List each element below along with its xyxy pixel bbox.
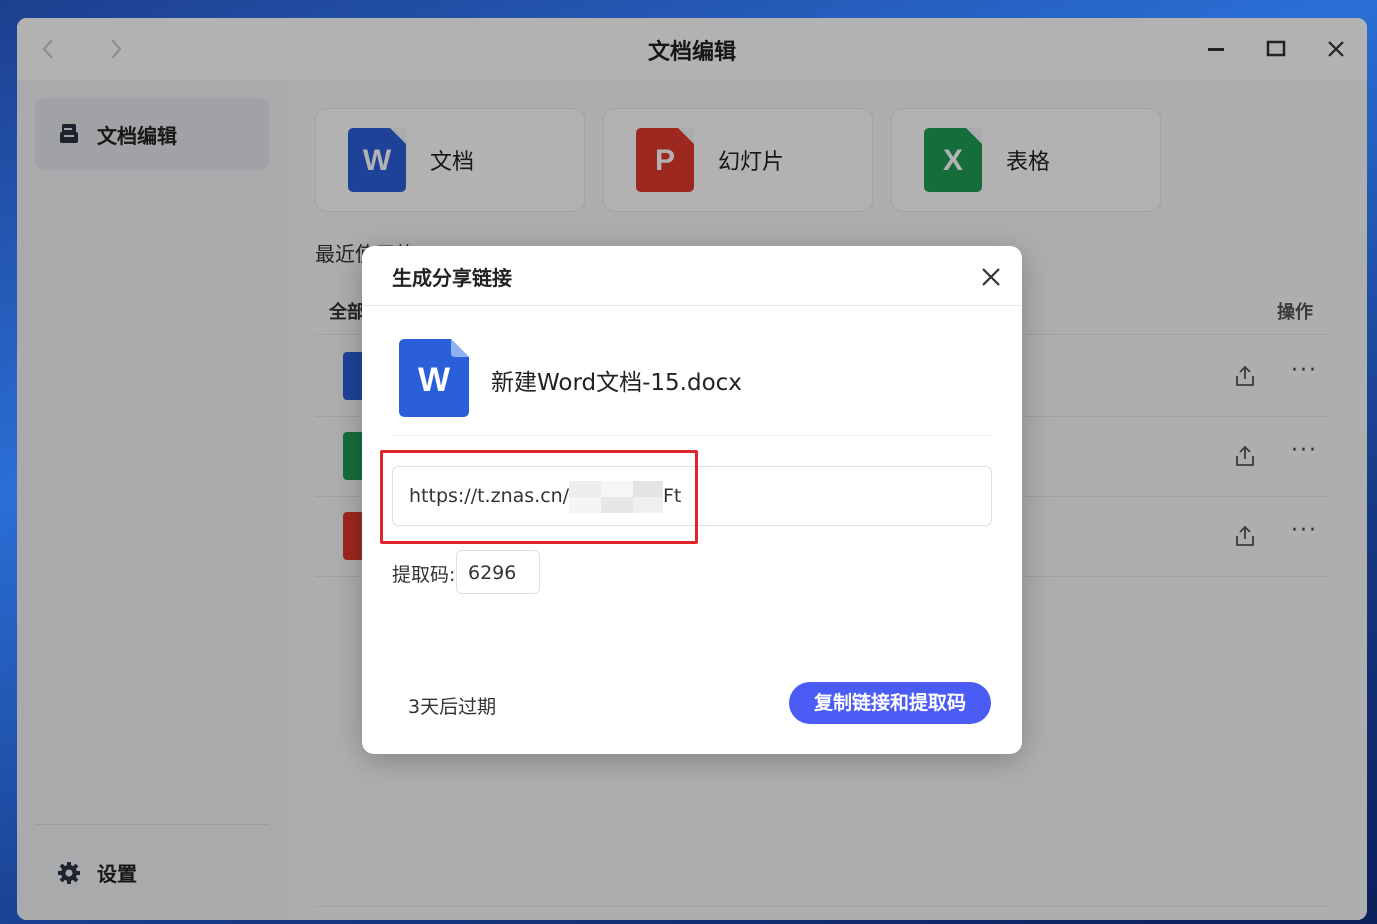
highlight-box (380, 450, 698, 544)
dialog-title: 生成分享链接 (392, 266, 512, 290)
file-name: 新建Word文档-15.docx (491, 370, 742, 396)
dialog-divider (392, 435, 992, 436)
dialog-divider (362, 305, 1022, 306)
expire-text: 3天后过期 (408, 696, 497, 718)
share-link-dialog: 生成分享链接 W 新建Word文档-15.docx https://t.znas… (362, 246, 1022, 754)
code-field[interactable]: 6296 (456, 550, 540, 594)
close-icon[interactable] (976, 262, 1006, 292)
code-label: 提取码: (392, 564, 456, 586)
code-value: 6296 (468, 562, 517, 584)
copy-link-button[interactable]: 复制链接和提取码 (789, 682, 991, 724)
word-file-icon: W (399, 339, 469, 417)
